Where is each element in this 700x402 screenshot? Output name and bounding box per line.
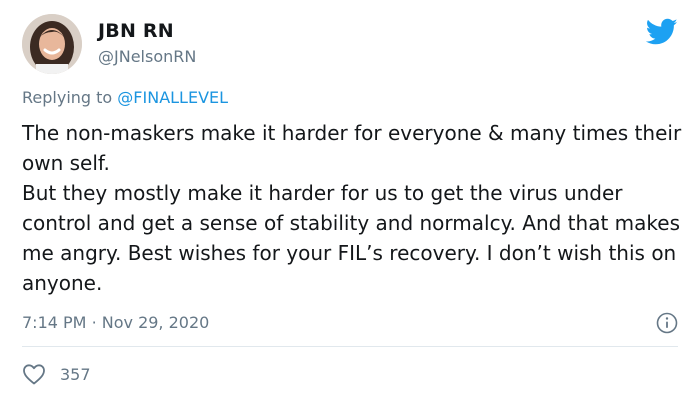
twitter-bird-icon[interactable]	[646, 18, 678, 46]
profile-photo	[22, 14, 82, 74]
info-icon[interactable]	[656, 312, 678, 334]
tweet-paragraph: The non-maskers make it harder for every…	[22, 121, 682, 175]
reply-prefix: Replying to	[22, 88, 113, 107]
author-handle[interactable]: @JNelsonRN	[98, 47, 196, 66]
tweet-time: 7:14 PM	[22, 313, 87, 332]
reply-mention-link[interactable]: @FINALLEVEL	[117, 88, 228, 107]
tweet-card: JBN RN @JNelsonRN Replying to @FINALLEVE…	[0, 0, 700, 402]
avatar[interactable]	[22, 14, 82, 74]
tweet-paragraph: But they mostly make it harder for us to…	[22, 181, 680, 295]
like-count: 357	[60, 364, 91, 384]
heart-icon[interactable]	[22, 363, 46, 385]
timestamp-separator: ·	[91, 313, 97, 332]
tweet-text: The non-maskers make it harder for every…	[22, 118, 682, 298]
tweet-timestamp[interactable]: 7:14 PM · Nov 29, 2020	[22, 313, 209, 332]
like-action[interactable]: 357	[22, 363, 91, 385]
reply-context: Replying to @FINALLEVEL	[22, 88, 228, 107]
divider	[22, 346, 678, 347]
tweet-date: Nov 29, 2020	[101, 313, 210, 332]
author-name[interactable]: JBN RN	[98, 20, 174, 42]
